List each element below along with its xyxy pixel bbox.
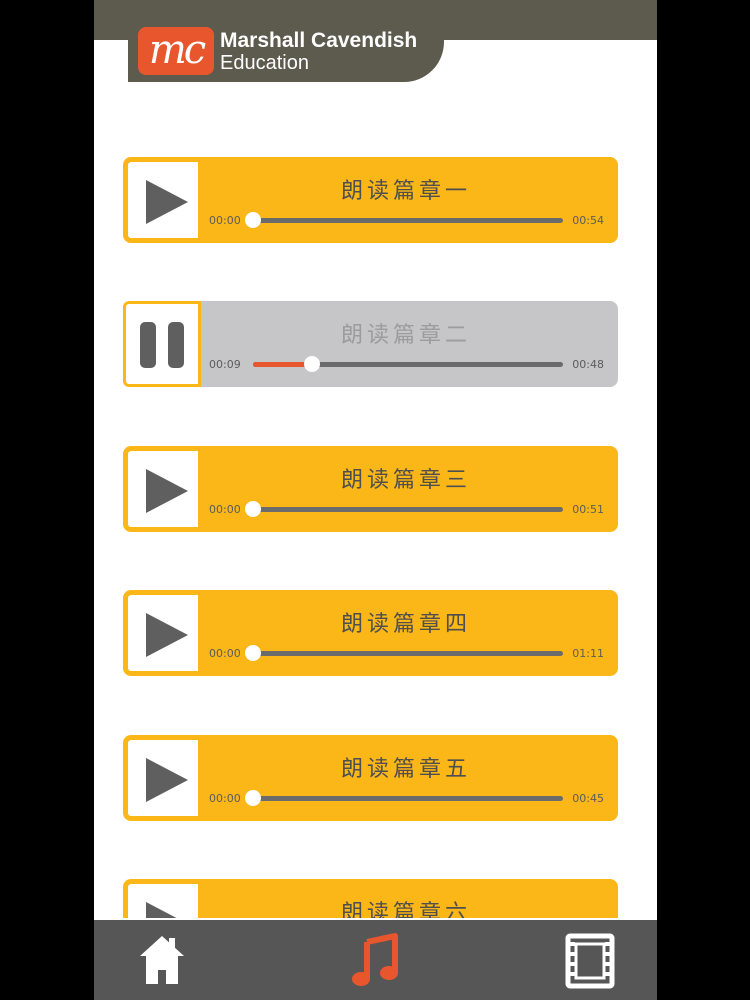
progress-bar[interactable] [245,790,563,806]
progress-knob[interactable] [245,501,261,517]
elapsed-time: 00:00 [209,214,241,227]
progress-knob[interactable] [245,645,261,661]
pause-button[interactable] [123,301,201,387]
film-icon [565,933,615,989]
track-card: 朗读篇章四 00:00 01:11 [123,590,618,676]
duration-time: 00:45 [572,792,604,805]
play-icon [146,180,188,224]
elapsed-time: 00:00 [209,503,241,516]
play-icon [146,469,188,513]
duration-time: 00:48 [572,358,604,371]
brand-name-line1: Marshall Cavendish [220,29,418,52]
progress-knob[interactable] [303,356,320,372]
progress-bar[interactable] [245,501,563,517]
audio-tab[interactable] [345,930,405,990]
track-list[interactable]: 朗读篇章一 00:00 00:54 朗读篇章二 00:09 00:48 朗读篇章… [94,0,657,918]
track-title: 朗读篇章一 [340,179,471,204]
progress-knob[interactable] [245,212,261,228]
duration-time: 00:51 [572,503,604,516]
home-tab[interactable] [132,930,192,990]
track-title: 朗读篇章三 [340,468,471,493]
play-button[interactable] [125,737,198,819]
play-icon [146,902,188,918]
progress-bar[interactable] [245,645,563,661]
play-button[interactable] [125,448,198,530]
bottom-nav [94,920,657,1000]
track-title: 朗读篇章四 [340,612,471,637]
track-card: 朗读篇章五 00:00 00:45 [123,735,618,821]
home-icon [140,936,184,984]
progress-knob[interactable] [245,790,261,806]
track-card: 朗读篇章一 00:00 00:54 [123,157,618,243]
duration-time: 00:54 [572,214,604,227]
progress-bar[interactable] [245,212,563,228]
elapsed-time: 00:00 [209,647,241,660]
play-icon [146,613,188,657]
music-icon [352,933,398,986]
play-icon [146,758,188,802]
track-card: 朗读篇章六 [123,879,618,918]
duration-time: 01:11 [572,647,604,660]
play-button[interactable] [125,592,198,674]
play-button[interactable] [125,881,198,918]
play-button[interactable] [125,159,198,241]
brand-name-line2: Education [220,52,309,74]
app-screen: 朗读篇章一 00:00 00:54 朗读篇章二 00:09 00:48 朗读篇章… [94,0,657,1000]
elapsed-time: 00:00 [209,792,241,805]
brand-name: Marshall Cavendish Education [220,29,418,75]
track-card: 朗读篇章三 00:00 00:51 [123,446,618,532]
progress-bar[interactable] [253,356,563,372]
track-title: 朗读篇章六 [340,901,471,918]
elapsed-time: 00:09 [209,358,241,371]
video-tab[interactable] [560,930,620,990]
track-title: 朗读篇章五 [340,757,471,782]
pause-icon [140,322,184,368]
brand-logo: mc [138,27,214,75]
track-card: 朗读篇章二 00:09 00:48 [123,301,618,387]
track-title: 朗读篇章二 [340,323,471,348]
